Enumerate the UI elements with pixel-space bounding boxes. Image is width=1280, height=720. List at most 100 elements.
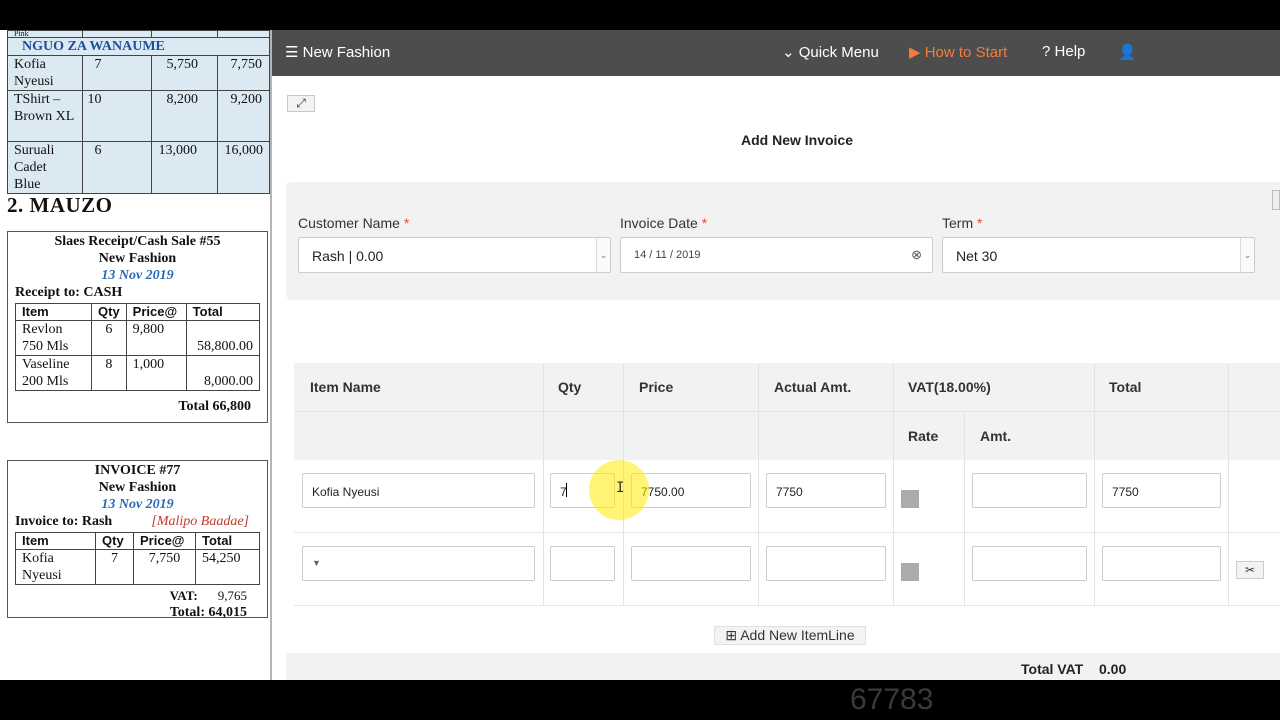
item-name-select[interactable]: ▼ [302, 546, 535, 581]
invoice-box: INVOICE #77 New Fashion 13 Nov 2019 Invo… [7, 460, 268, 620]
plus-square-icon: ⊞ [725, 627, 738, 643]
stock-qty: 6 [81, 141, 153, 194]
receipt-grand-total: Total 66,800 [178, 399, 251, 414]
invoice-date: 13 Nov 2019 [101, 497, 174, 512]
chevron-down-icon[interactable]: ⌄ [596, 238, 610, 272]
vat-amt-input[interactable] [972, 473, 1087, 508]
receipt-item: Revlon 750 Mls [15, 320, 92, 356]
stock-item: Suruali Cadet Blue [7, 141, 83, 194]
expand-icon[interactable]: ⤢ [287, 95, 315, 112]
invoice-title: INVOICE #77 [94, 463, 181, 478]
required-mark: * [403, 215, 410, 231]
receipt-price: 1,000 [125, 355, 187, 391]
invoice-qty: 7 [95, 549, 134, 585]
scrollbar-thumb[interactable] [1272, 190, 1280, 210]
caret-down-icon[interactable]: ▼ [312, 558, 522, 568]
col-total: Total [1109, 379, 1142, 395]
col-header: Item [15, 303, 92, 321]
stock-qty: 10 [81, 90, 153, 142]
item-name-value: Kofia Nyeusi [312, 485, 380, 499]
receipt-table: Item Qty Price@ Total Revlon 750 Mls 6 9… [15, 303, 261, 391]
required-mark: * [701, 215, 708, 231]
how-to-start-label: How to Start [924, 44, 1008, 61]
receipt-title: Slaes Receipt/Cash Sale #55 [54, 234, 221, 249]
question-circle-icon: ? [1042, 43, 1051, 60]
screen: Pink NGUO ZA WANAUME Kofia Nyeusi 7 5,75… [0, 0, 1280, 720]
col-header: Total [195, 532, 260, 550]
col-vat: VAT(18.00%) [908, 379, 991, 395]
stock-buy: 13,000 [151, 141, 219, 194]
quick-menu-label: Quick Menu [798, 44, 879, 61]
invoice-total: 54,250 [195, 549, 260, 585]
receipt-qty: 6 [91, 320, 127, 356]
col-header: Qty [91, 303, 127, 321]
col-header: Total [185, 303, 261, 321]
term-value: Net 30 [956, 248, 998, 264]
invoice-item: Kofia Nyeusi [15, 549, 96, 585]
total-vat-value: 0.00 [1099, 661, 1127, 677]
col-divider [543, 363, 544, 606]
col-header: Price@ [133, 532, 196, 550]
stock-item: Kofia Nyeusi [7, 55, 83, 91]
help-label: Help [1054, 43, 1086, 60]
actual-amt-input[interactable] [766, 546, 886, 581]
customer-name-value: Rash | 0.00 [312, 248, 384, 264]
play-circle-icon: ▶ [909, 44, 921, 61]
col-header: Qty [95, 532, 134, 550]
brand-link[interactable]: ☰ New Fashion [285, 43, 390, 61]
col-price: Price [639, 379, 674, 395]
chevron-down-icon[interactable]: ⌄ [1240, 238, 1254, 272]
vat-rate-checkbox[interactable] [901, 563, 919, 581]
customer-name-select[interactable]: Rash | 0.00 ⌄ [298, 237, 611, 273]
actual-amt-value: 7750 [776, 485, 803, 499]
grid-subheader-row [294, 411, 1280, 460]
add-item-line-button[interactable]: ⊞ Add New ItemLine [714, 626, 866, 645]
invoice-grand-total: Total: 64,015 [169, 605, 247, 620]
col-header: Item [15, 532, 96, 550]
total-input[interactable] [1102, 546, 1221, 581]
receipt-item: Vaseline 200 Mls [15, 355, 92, 391]
invoice-date-value: 14 / 11 / 2019 [634, 249, 701, 261]
actual-amt-input[interactable]: 7750 [766, 473, 886, 508]
required-mark: * [977, 215, 983, 231]
add-item-line-label: Add New ItemLine [740, 627, 855, 643]
invoice-to-text: Invoice to: Rash [15, 514, 113, 529]
receipt-total: 58,800.00 [185, 320, 261, 356]
item-name-input[interactable]: Kofia Nyeusi [302, 473, 535, 508]
quick-menu-link[interactable]: ⌄ Quick Menu [782, 43, 879, 61]
col-qty: Qty [558, 379, 582, 395]
col-actual-amt: Actual Amt. [774, 379, 852, 395]
col-divider [1094, 363, 1095, 606]
hamburger-icon[interactable]: ☰ [285, 44, 298, 61]
stock-cut-cell: Pink [7, 30, 83, 38]
clear-icon[interactable]: ⊗ [911, 247, 922, 263]
text-cursor-icon: I [616, 480, 625, 496]
price-input[interactable] [631, 546, 751, 581]
invoice-table: Item Qty Price@ Total Kofia Nyeusi 7 7,7… [15, 532, 260, 585]
receipt-qty: 8 [91, 355, 127, 391]
help-link[interactable]: ? Help [1042, 43, 1085, 60]
remove-line-icon[interactable]: ✂ [1236, 561, 1264, 579]
page-title: Add New Invoice [740, 132, 854, 148]
total-input[interactable]: 7750 [1102, 473, 1221, 508]
term-label: Term * [942, 215, 982, 231]
invoice-date-input[interactable]: 14 / 11 / 2019 ⊗ [620, 237, 933, 273]
col-vat-amt: Amt. [980, 428, 1012, 444]
vat-rate-checkbox[interactable] [901, 490, 919, 508]
price-input[interactable]: 7750.00 [631, 473, 751, 508]
section-title: 2. MAUZO [7, 193, 113, 217]
vat-amt-input[interactable] [972, 546, 1087, 581]
col-divider [1228, 363, 1229, 606]
invoice-company: New Fashion [98, 480, 177, 495]
col-divider [964, 411, 965, 606]
how-to-start-link[interactable]: ▶ How to Start [909, 43, 1007, 61]
watermark-text: 67783 [850, 683, 934, 716]
term-select[interactable]: Net 30 ⌄ [942, 237, 1255, 273]
receipt-total: 8,000.00 [185, 355, 261, 391]
col-divider [893, 363, 894, 606]
col-vat-rate: Rate [908, 428, 939, 444]
qty-input[interactable] [550, 546, 615, 581]
receipt-price: 9,800 [125, 320, 187, 356]
user-icon[interactable]: 👤 [1118, 43, 1137, 61]
stock-sell: 9,200 [217, 90, 270, 142]
